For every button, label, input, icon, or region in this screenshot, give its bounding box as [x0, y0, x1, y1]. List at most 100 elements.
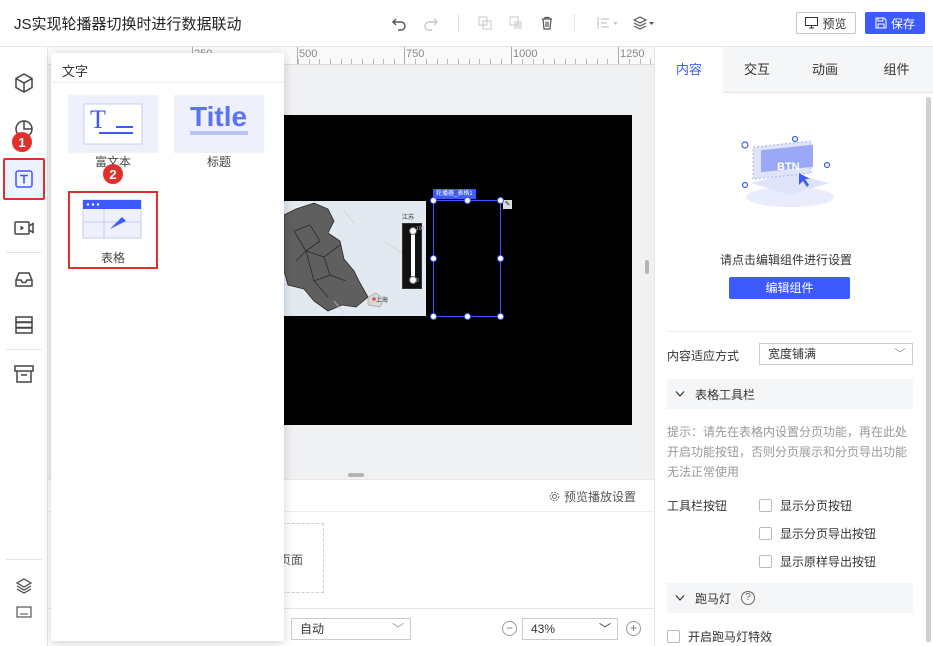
show-pagination-checkbox[interactable]: 显示分页按钮 [759, 497, 852, 514]
toolbar-separator [574, 14, 575, 32]
undo-icon[interactable] [390, 14, 408, 32]
rail-separator [6, 559, 42, 560]
chevron-down-icon [675, 391, 685, 397]
table-thumbnail [70, 193, 156, 247]
edit-pencil-icon[interactable]: ✎ [503, 200, 512, 209]
copy-icon[interactable] [476, 14, 494, 32]
resize-handle[interactable] [430, 197, 437, 204]
paste-icon[interactable] [507, 14, 525, 32]
content-fit-select[interactable]: 宽度铺满 ﹀ [759, 343, 913, 365]
edit-component-illustration: BTN [735, 135, 845, 211]
table-component[interactable] [70, 193, 156, 251]
preview-label: 预览 [822, 16, 847, 31]
checkbox-box[interactable] [759, 527, 772, 540]
table-toolbar-section-header[interactable]: 表格工具栏 [667, 379, 913, 409]
resize-handle[interactable] [497, 255, 504, 262]
checkbox-box[interactable] [667, 630, 680, 643]
checkbox-box[interactable] [759, 555, 772, 568]
rail-item-keyboard[interactable] [4, 597, 44, 627]
step-badge-1: 1 [12, 132, 32, 152]
rich-text-component[interactable]: T [68, 95, 158, 153]
divider [667, 331, 913, 332]
marquee-section-header[interactable]: 跑马灯 ? [667, 583, 913, 613]
resize-handle[interactable] [464, 197, 471, 204]
rail-item-data[interactable] [4, 305, 44, 345]
rich-text-thumbnail [68, 95, 158, 153]
panel-scrollbar[interactable] [926, 97, 931, 642]
resize-handle[interactable] [497, 313, 504, 320]
timeline-slider[interactable]: 100 0 [402, 223, 425, 289]
top-bar: JS实现轮播器切换时进行数据联动 预览 保存 [0, 0, 933, 47]
resize-handle[interactable] [497, 197, 504, 204]
resize-handle[interactable] [430, 313, 437, 320]
layout-select-value: 自动 [300, 622, 325, 636]
video-icon [14, 221, 34, 235]
redo-icon[interactable] [422, 14, 440, 32]
delete-icon[interactable] [538, 14, 556, 32]
preview-settings-link[interactable]: 预览播放设置 [549, 488, 636, 505]
resize-handle[interactable] [430, 255, 437, 262]
layer-dropdown-icon[interactable] [632, 14, 656, 32]
checkbox-label: 显示分页导出按钮 [780, 527, 877, 541]
horizontal-scrollbar[interactable] [348, 473, 364, 477]
vertical-scrollbar[interactable] [645, 260, 649, 274]
monitor-icon [805, 17, 819, 29]
marquee-title: 跑马灯 [695, 591, 732, 606]
title-component[interactable]: Title [174, 95, 264, 153]
tab-component[interactable]: 组件 [859, 47, 933, 93]
zoom-select[interactable]: 43% ﹀ [522, 618, 618, 640]
resize-handle[interactable] [464, 313, 471, 320]
archive-icon [14, 365, 34, 383]
title-thumb-text: Title [190, 101, 248, 132]
content-fit-value: 宽度铺满 [768, 347, 817, 361]
save-button[interactable]: 保存 [865, 12, 925, 34]
enable-marquee-checkbox[interactable]: 开启跑马灯特效 [667, 628, 772, 645]
preview-button[interactable]: 预览 [796, 12, 856, 34]
properties-tabs: 内容 交互 动画 组件 [655, 47, 933, 93]
checkbox-box[interactable] [759, 499, 772, 512]
pagination-tip: 提示：请先在表格内设置分页功能，再在此处开启功能按钮，否则分页展示和分页导出功能… [667, 425, 908, 479]
database-icon [15, 316, 33, 334]
layout-select[interactable]: 自动 ﹀ [291, 618, 411, 640]
slider-max-label: 100 [416, 226, 425, 232]
zoom-out-button[interactable]: − [502, 621, 517, 636]
rail-item-text[interactable] [3, 158, 45, 200]
zoom-in-button[interactable]: + [626, 621, 641, 636]
save-label: 保存 [890, 16, 915, 31]
chevron-down-icon [675, 595, 685, 601]
map-label: 江苏 [402, 215, 415, 221]
chevron-down-icon: ﹀ [391, 622, 404, 636]
align-dropdown-icon[interactable] [596, 14, 620, 32]
checkbox-label: 显示分页按钮 [780, 499, 853, 513]
rail-separator [6, 349, 42, 350]
rich-text-thumb-glyph: T [90, 105, 106, 134]
show-page-export-checkbox[interactable]: 显示分页导出按钮 [759, 525, 876, 542]
gear-icon [549, 491, 560, 502]
preview-settings-label: 预览播放设置 [563, 490, 636, 504]
properties-panel: 内容 交互 动画 组件 BTN 请点击编辑组件进行设置 编辑组件 内容适应方式 … [654, 47, 933, 646]
tab-content[interactable]: 内容 [655, 47, 723, 93]
table-label: 表格 [100, 251, 125, 265]
tab-animation[interactable]: 动画 [791, 47, 859, 93]
toolbar-buttons-label: 工具栏按钮 [667, 499, 728, 513]
map-label: 上海 [376, 298, 389, 304]
chevron-down-icon: ﹀ [598, 622, 611, 636]
edit-component-button[interactable]: 编辑组件 [729, 277, 850, 299]
rail-item-component[interactable] [4, 63, 44, 103]
map-chart[interactable]: 上海 江苏 100 0 [284, 201, 426, 316]
rail-item-container[interactable] [4, 259, 44, 299]
rail-item-archive[interactable] [4, 354, 44, 394]
illustration-text: BTN [777, 161, 800, 173]
toolbar-separator [458, 14, 459, 32]
component-rail: 1 [0, 47, 48, 646]
dashboard-screen[interactable]: 上海 江苏 100 0 轮播器_表格1 ✎ [284, 115, 632, 425]
layers-icon [16, 578, 32, 594]
table-toolbar-title: 表格工具栏 [695, 387, 756, 402]
help-icon[interactable]: ? [741, 591, 756, 605]
show-raw-export-checkbox[interactable]: 显示原样导出按钮 [759, 553, 876, 570]
rail-item-media[interactable] [4, 208, 44, 248]
tab-interaction[interactable]: 交互 [723, 47, 791, 93]
divider [51, 82, 284, 83]
checkbox-label: 显示原样导出按钮 [780, 555, 877, 569]
selected-table-component[interactable]: 轮播器_表格1 ✎ [430, 189, 512, 320]
